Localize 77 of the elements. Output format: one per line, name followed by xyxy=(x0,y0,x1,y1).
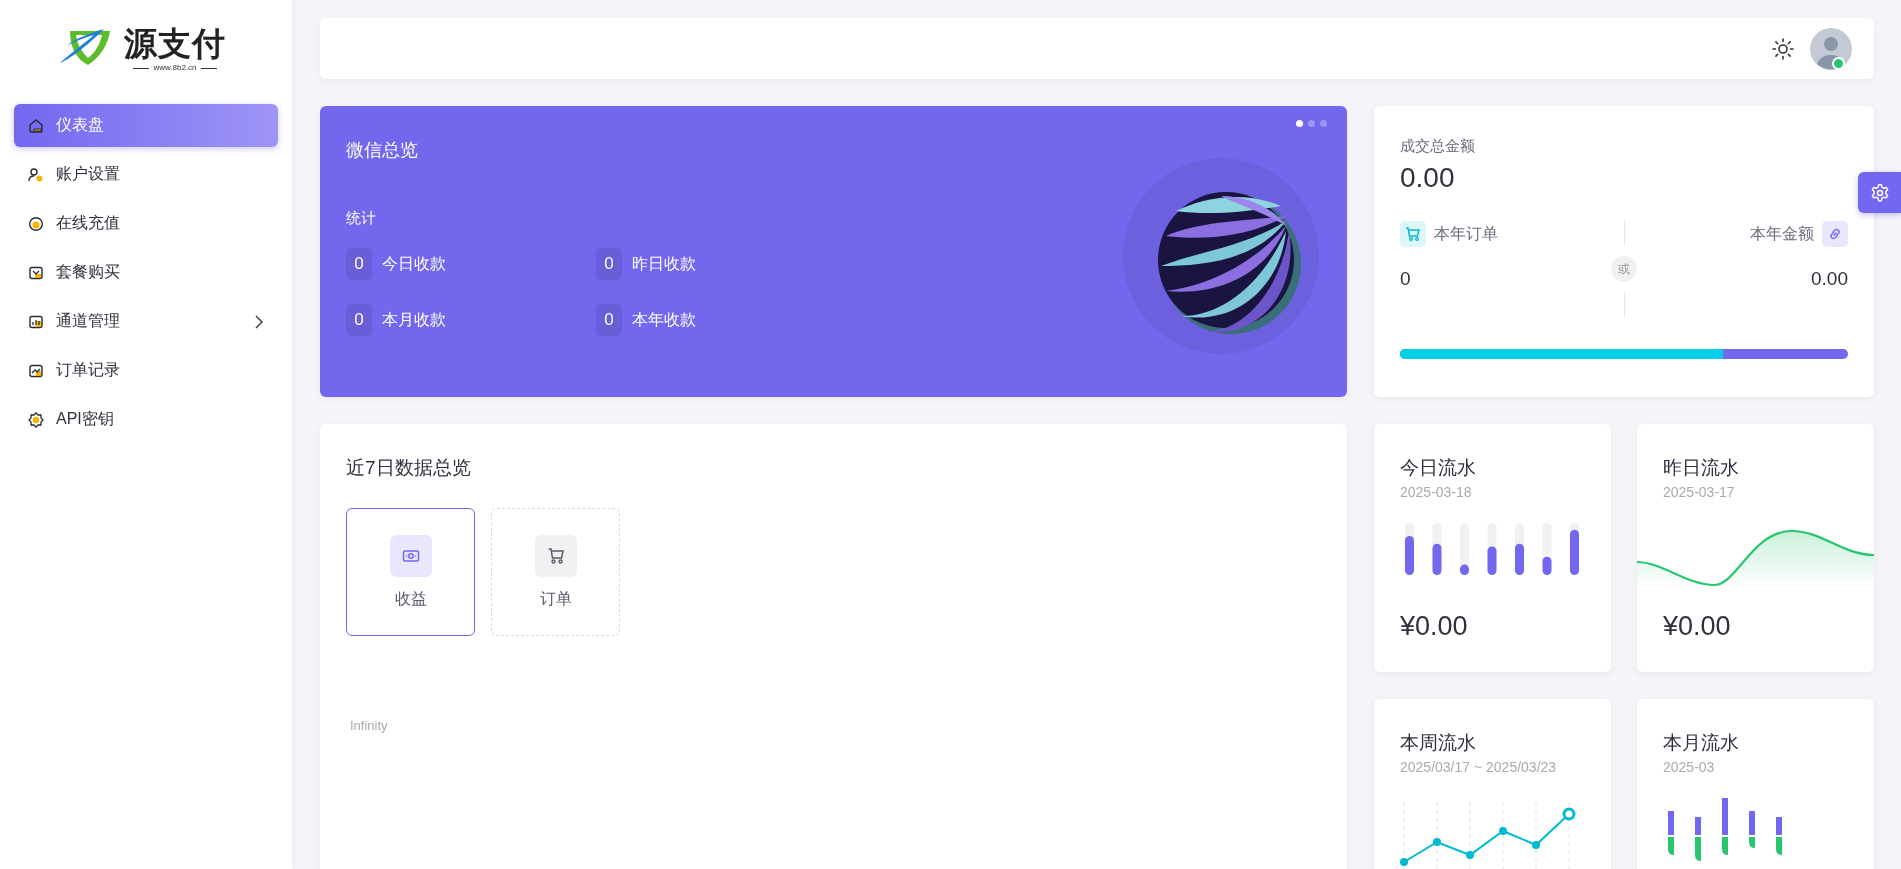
settings-button[interactable] xyxy=(1858,172,1901,213)
card-title: 微信总览 xyxy=(346,139,418,162)
bar xyxy=(1432,523,1442,575)
money-icon xyxy=(389,534,432,577)
cart-icon xyxy=(1400,221,1426,247)
date-label: 2025/03/17 ~ 2025/03/23 xyxy=(1400,758,1557,776)
bar xyxy=(1515,523,1524,575)
bar xyxy=(1570,523,1579,575)
stacked-bar xyxy=(1668,811,1674,855)
chart-tab[interactable]: 收益 xyxy=(346,508,475,636)
badge-icon xyxy=(28,411,44,428)
chevron-right-icon xyxy=(254,314,264,329)
stat-value: 0.00 xyxy=(1811,267,1848,291)
trend-icon xyxy=(28,362,44,379)
link-icon xyxy=(1822,221,1848,247)
bar xyxy=(1405,523,1414,575)
bar xyxy=(1460,523,1469,575)
divider-label: 或 xyxy=(1611,256,1637,282)
sidebar-item[interactable]: 账户设置 xyxy=(14,153,278,196)
stat-value: 0 xyxy=(1400,267,1412,291)
avatar[interactable] xyxy=(1810,27,1852,70)
stat-value: 0 xyxy=(346,304,372,336)
amount-value: ¥0.00 xyxy=(1663,611,1731,642)
sidebar-item[interactable]: API密钥 xyxy=(14,398,278,441)
carousel-dot[interactable] xyxy=(1308,120,1315,127)
stacked-bar xyxy=(1722,798,1728,855)
sun-icon[interactable] xyxy=(1772,37,1794,60)
data-point xyxy=(1532,841,1540,849)
date-label: 2025-03 xyxy=(1663,758,1715,776)
chart-tab[interactable]: 订单 xyxy=(491,508,620,636)
card-title: 今日流水 xyxy=(1400,456,1476,480)
data-point xyxy=(1499,827,1507,835)
stat-label: 今日收款 xyxy=(382,253,446,274)
bar xyxy=(1487,523,1497,575)
date-label: 2025-03-18 xyxy=(1400,483,1472,501)
stat-value: 0 xyxy=(596,248,622,280)
data-point xyxy=(1400,858,1408,866)
chart-icon xyxy=(28,313,44,330)
user-icon xyxy=(28,166,44,183)
stat-value: 0.00 xyxy=(1400,161,1455,195)
logo-url: www.8b2.cn xyxy=(133,63,217,73)
logo-text: 源支付 xyxy=(124,25,226,63)
data-point xyxy=(1433,838,1441,846)
stat-label: 本年金额 xyxy=(1750,223,1814,244)
carousel-dot[interactable] xyxy=(1320,120,1327,127)
stacked-bar xyxy=(1749,811,1755,848)
stat-label: 本月收款 xyxy=(382,309,446,330)
date-label: 2025-03-17 xyxy=(1663,483,1735,501)
sidebar-item[interactable]: 套餐购买 xyxy=(14,251,278,294)
stat-value: 0 xyxy=(346,248,372,280)
stat-label: 成交总金额 xyxy=(1400,136,1475,156)
card-title: 近7日数据总览 xyxy=(346,456,471,480)
sidebar-item[interactable]: 在线充值 xyxy=(14,202,278,245)
package-icon xyxy=(28,264,44,281)
bar xyxy=(1542,523,1552,575)
axis-label: Infinity xyxy=(350,718,388,733)
amount-value: ¥0.00 xyxy=(1400,611,1468,642)
stat-value: 0 xyxy=(596,304,622,336)
data-point xyxy=(1562,807,1576,821)
cart-icon xyxy=(534,534,577,577)
section-label: 统计 xyxy=(346,208,376,228)
card-title: 昨日流水 xyxy=(1663,456,1739,480)
sidebar-item[interactable]: 仪表盘 xyxy=(14,104,278,147)
card-title: 本周流水 xyxy=(1400,731,1476,755)
sidebar-item[interactable]: 通道管理 xyxy=(14,300,278,343)
card-title: 本月流水 xyxy=(1663,731,1739,755)
home-icon xyxy=(28,117,44,134)
stat-label: 昨日收款 xyxy=(632,253,696,274)
coin-icon xyxy=(28,215,44,232)
carousel-dot[interactable] xyxy=(1296,120,1303,127)
stacked-bar xyxy=(1695,817,1701,861)
stat-label: 本年收款 xyxy=(632,309,696,330)
settings-icon xyxy=(1869,182,1890,203)
data-point xyxy=(1466,851,1474,859)
stacked-bar xyxy=(1776,817,1782,855)
sidebar-item[interactable]: 订单记录 xyxy=(14,349,278,392)
stat-label: 本年订单 xyxy=(1434,223,1498,244)
